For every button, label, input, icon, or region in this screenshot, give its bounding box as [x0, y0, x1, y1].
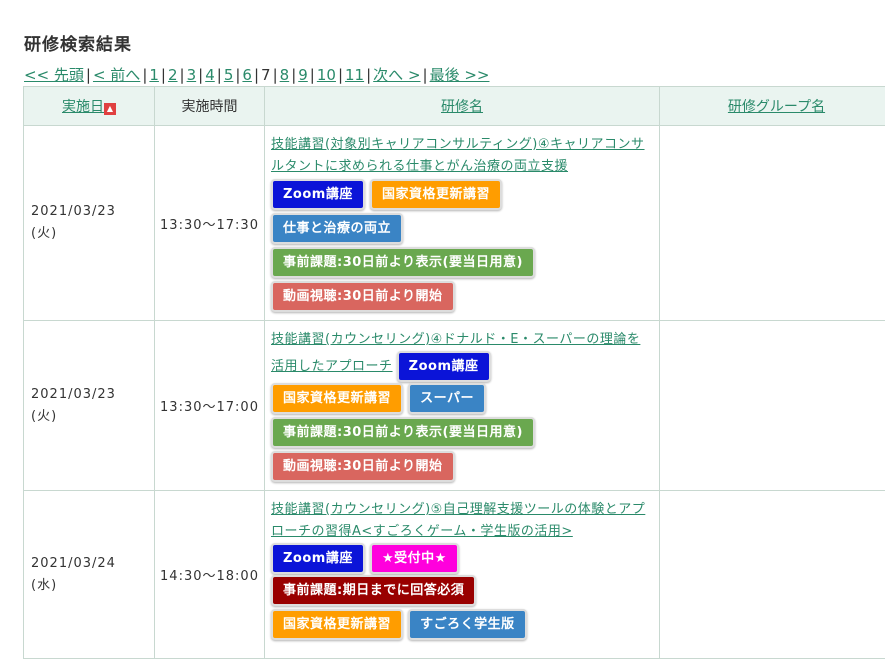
badge-accepting: ★受付中★ — [370, 543, 459, 574]
pager-page-6[interactable]: 6 — [242, 66, 252, 84]
pagination: << 先頭|< 前へ|1|2|3|4|5|6|7|8|9|10|11|次へ >|… — [24, 64, 489, 86]
pager-separator: | — [310, 66, 315, 84]
badge-video: 動画視聴:30日前より開始 — [271, 451, 455, 482]
badge-zoom: Zoom講座 — [271, 543, 365, 574]
sort-by-date-link[interactable]: 実施日 — [62, 99, 104, 115]
date-cell: 2021/03/23 (火) — [24, 321, 155, 491]
pager-first-link[interactable]: << 先頭 — [24, 66, 84, 84]
col-header-group: 研修グループ名 — [660, 87, 885, 126]
name-cell: 技能講習(カウンセリング)⑤自己理解支援ツールの体験とアプローチの習得A<すごろ… — [265, 491, 660, 659]
badge-pre-assignment: 事前課題:30日前より表示(要当日用意) — [271, 417, 535, 448]
col-header-date: 実施日▲ — [24, 87, 155, 126]
col-header-name: 研修名 — [265, 87, 660, 126]
pager-separator: | — [254, 66, 259, 84]
table-header-row: 実施日▲ 実施時間 研修名 研修グループ名 — [24, 87, 885, 126]
time-cell: 13:30〜17:00 — [155, 321, 265, 491]
pager-separator: | — [291, 66, 296, 84]
pager-page-1[interactable]: 1 — [149, 66, 159, 84]
col-header-time: 実施時間 — [155, 87, 265, 126]
pager-prev-link[interactable]: < 前へ — [93, 66, 140, 84]
pager-page-11[interactable]: 11 — [345, 66, 364, 84]
date-cell: 2021/03/23 (火) — [24, 126, 155, 321]
pager-next-link[interactable]: 次へ > — [373, 66, 420, 84]
pager-separator: | — [423, 66, 428, 84]
badge-renewal: 国家資格更新講習 — [271, 609, 403, 640]
badge-renewal: 国家資格更新講習 — [370, 179, 502, 210]
pager-separator: | — [366, 66, 371, 84]
name-cell: 技能講習(対象別キャリアコンサルティング)④キャリアコンサルタントに求められる仕… — [265, 126, 660, 321]
badge-group: 国家資格更新講習 スーパー 事前課題:30日前より表示(要当日用意) 動画視聴:… — [271, 382, 651, 484]
page-title: 研修検索結果 — [24, 30, 132, 55]
table-row: 2021/03/24 (水) 14:30〜18:00 技能講習(カウンセリング)… — [24, 491, 885, 659]
date-value: 2021/03/23 — [31, 384, 153, 406]
results-table: 実施日▲ 実施時間 研修名 研修グループ名 2021/03/23 (火) 13:… — [23, 86, 885, 659]
time-cell: 13:30〜17:30 — [155, 126, 265, 321]
pager-separator: | — [86, 66, 91, 84]
sort-by-name-link[interactable]: 研修名 — [441, 99, 483, 115]
pager-page-4[interactable]: 4 — [205, 66, 215, 84]
table-row: 2021/03/23 (火) 13:30〜17:30 技能講習(対象別キャリアコ… — [24, 126, 885, 321]
table-row: 2021/03/23 (火) 13:30〜17:00 技能講習(カウンセリング)… — [24, 321, 885, 491]
date-cell: 2021/03/24 (水) — [24, 491, 155, 659]
pager-page-2[interactable]: 2 — [168, 66, 178, 84]
badge-category: スーパー — [408, 383, 486, 414]
pager-separator: | — [235, 66, 240, 84]
pager-page-3[interactable]: 3 — [187, 66, 197, 84]
pager-separator: | — [217, 66, 222, 84]
pager-current-page: 7 — [261, 66, 271, 84]
badge-renewal: 国家資格更新講習 — [271, 383, 403, 414]
pager-page-9[interactable]: 9 — [298, 66, 308, 84]
group-cell — [660, 491, 885, 659]
badge-group: Zoom講座 国家資格更新講習 仕事と治療の両立 事前課題:30日前より表示(要… — [271, 178, 651, 314]
pager-separator: | — [142, 66, 147, 84]
pager-page-10[interactable]: 10 — [317, 66, 336, 84]
date-value: 2021/03/23 — [31, 201, 153, 223]
sort-by-group-link[interactable]: 研修グループ名 — [728, 99, 825, 115]
badge-zoom: Zoom講座 — [397, 351, 491, 382]
weekday-value: (火) — [31, 406, 153, 428]
badge-zoom: Zoom講座 — [271, 179, 365, 210]
pager-page-8[interactable]: 8 — [280, 66, 290, 84]
weekday-value: (火) — [31, 223, 153, 245]
badge-pre-assignment: 事前課題:30日前より表示(要当日用意) — [271, 247, 535, 278]
time-cell: 14:30〜18:00 — [155, 491, 265, 659]
pager-separator: | — [338, 66, 343, 84]
course-title-link[interactable]: 技能講習(対象別キャリアコンサルティング)④キャリアコンサルタントに求められる仕… — [271, 137, 645, 174]
badge-video: 動画視聴:30日前より開始 — [271, 281, 455, 312]
badge-group: 事前課題:期日までに回答必須 国家資格更新講習 すごろく学生版 — [271, 574, 651, 642]
sort-asc-icon[interactable]: ▲ — [104, 103, 116, 115]
date-value: 2021/03/24 — [31, 553, 153, 575]
group-cell — [660, 126, 885, 321]
course-title-link[interactable]: 技能講習(カウンセリング)⑤自己理解支援ツールの体験とアプローチの習得A<すごろ… — [271, 502, 645, 539]
name-cell: 技能講習(カウンセリング)④ドナルド・E・スーパーの理論を活用したアプローチ Z… — [265, 321, 660, 491]
pager-separator: | — [180, 66, 185, 84]
pager-separator: | — [161, 66, 166, 84]
badge-category: すごろく学生版 — [408, 609, 527, 640]
pager-separator: | — [198, 66, 203, 84]
group-cell — [660, 321, 885, 491]
pager-last-link[interactable]: 最後 >> — [430, 66, 490, 84]
badge-category: 仕事と治療の両立 — [271, 213, 403, 244]
pager-separator: | — [273, 66, 278, 84]
weekday-value: (水) — [31, 575, 153, 597]
pager-page-5[interactable]: 5 — [224, 66, 234, 84]
badge-pre-assignment: 事前課題:期日までに回答必須 — [271, 575, 476, 606]
